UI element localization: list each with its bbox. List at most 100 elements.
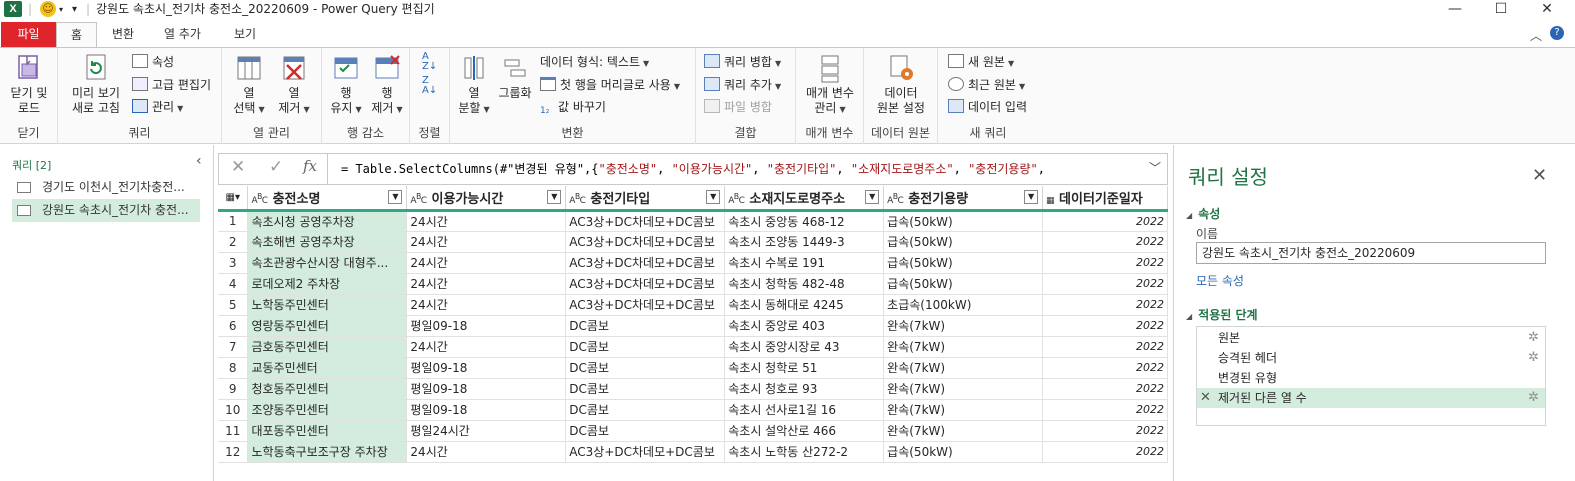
table-row[interactable]: 7 금호동주민센터 24시간 DC콤보 속초시 중앙시장로 43 완속(7kW) 2022 (218, 336, 1168, 358)
table-cell[interactable]: 속초시 선사로1길 16 (724, 399, 885, 421)
table-cell[interactable]: DC콤보 (565, 315, 726, 337)
applied-step[interactable]: 승격된 헤더 ✲ (1197, 348, 1545, 368)
help-icon[interactable]: ? (1550, 26, 1564, 40)
applied-step-selected[interactable]: ✕ 제거된 다른 열 수 ✲ (1197, 388, 1545, 408)
column-header[interactable]: ABC 충전기타입 ▼ (565, 186, 726, 212)
data-type-dropdown[interactable]: 데이터 형식: 텍스트 ▼ (540, 52, 649, 72)
table-cell[interactable]: DC콤보 (565, 336, 726, 358)
gear-icon[interactable]: ✲ (1528, 388, 1539, 408)
table-cell[interactable]: 2022 (1042, 420, 1168, 442)
table-cell[interactable]: 2022 (1042, 231, 1168, 253)
table-cell[interactable]: 속초시 중앙시장로 43 (724, 336, 885, 358)
cancel-formula-icon[interactable]: ✕ (231, 157, 245, 177)
keep-rows-button[interactable]: 행 유지 ▼ (326, 52, 366, 117)
filter-dropdown-icon[interactable]: ▼ (388, 190, 403, 204)
table-row[interactable]: 2 속초해변 공영주차장 24시간 AC3상+DC차데모+DC콤보 속초시 조양동 14… (218, 231, 1168, 253)
column-header[interactable]: ABC 충전기용량 ▼ (883, 186, 1044, 212)
collapse-ribbon-icon[interactable]: ︿ (1530, 27, 1542, 44)
table-cell[interactable]: 24시간 (406, 273, 567, 295)
table-cell[interactable]: 2022 (1042, 252, 1168, 274)
table-cell[interactable]: DC콤보 (565, 378, 726, 400)
table-cell[interactable]: 급속(50kW) (883, 273, 1044, 295)
table-cell[interactable]: 평일09-18 (406, 357, 567, 379)
table-cell[interactable]: 대포동주민센터 (247, 420, 408, 442)
gear-icon[interactable]: ✲ (1528, 348, 1539, 368)
recent-sources-button[interactable]: 최근 원본 ▼ (948, 75, 1025, 95)
tab-file[interactable]: 파일 (1, 22, 56, 47)
remove-rows-button[interactable]: 행 제거 ▼ (366, 52, 408, 117)
table-cell[interactable]: 노학동주민센터 (247, 294, 408, 316)
table-cell[interactable]: 속초시 노학동 산272-2 (724, 441, 885, 463)
table-cell[interactable]: 완속(7kW) (883, 357, 1044, 379)
sort-descending-icon[interactable]: Z A↓ (422, 76, 437, 96)
tab-home[interactable]: 홈 (56, 22, 98, 48)
table-cell[interactable]: 속초시청 공영주차장 (247, 210, 408, 232)
filter-dropdown-icon[interactable]: ▼ (547, 190, 562, 204)
table-cell[interactable]: 급속(50kW) (883, 210, 1044, 232)
table-cell[interactable]: 조양동주민센터 (247, 399, 408, 421)
applied-step[interactable]: 원본 ✲ (1197, 328, 1545, 348)
query-item-selected[interactable]: 강원도 속초시_전기차 충전... (12, 199, 200, 222)
table-menu-icon[interactable]: ▦▾ (218, 186, 249, 212)
table-cell[interactable]: 완속(7kW) (883, 315, 1044, 337)
table-cell[interactable]: 2022 (1042, 336, 1168, 358)
choose-columns-button[interactable]: 열 선택 ▼ (228, 52, 270, 117)
table-row[interactable]: 3 속초관광수산시장 대형주... 24시간 AC3상+DC차데모+DC콤보 속초시 수… (218, 252, 1168, 274)
minimize-button[interactable]: — (1432, 0, 1478, 20)
table-cell[interactable]: 초급속(100kW) (883, 294, 1044, 316)
table-cell[interactable]: 평일24시간 (406, 420, 567, 442)
table-cell[interactable]: 평일09-18 (406, 315, 567, 337)
table-cell[interactable]: 속초시 중앙로 403 (724, 315, 885, 337)
table-cell[interactable]: 24시간 (406, 294, 567, 316)
applied-steps-header[interactable]: ◢ 적용된 단계 (1186, 306, 1258, 323)
table-cell[interactable]: 2022 (1042, 315, 1168, 337)
table-cell[interactable]: 금호동주민센터 (247, 336, 408, 358)
table-cell[interactable]: 속초시 수복로 191 (724, 252, 885, 274)
tab-add-column[interactable]: 열 추가 (150, 22, 215, 47)
table-cell[interactable]: 급속(50kW) (883, 441, 1044, 463)
query-item[interactable]: 경기도 이천시_전기차충전... (12, 176, 200, 199)
table-cell[interactable]: 속초시 청학동 482-48 (724, 273, 885, 295)
table-row[interactable]: 1 속초시청 공영주차장 24시간 AC3상+DC차데모+DC콤보 속초시 중앙동 46… (218, 210, 1168, 232)
table-cell[interactable]: 완속(7kW) (883, 420, 1044, 442)
table-cell[interactable]: 속초해변 공영주차장 (247, 231, 408, 253)
column-header[interactable]: ▦ 데이터기준일자 (1042, 186, 1168, 212)
enter-data-button[interactable]: 데이터 입력 (948, 97, 1027, 117)
table-cell[interactable]: 24시간 (406, 441, 567, 463)
table-cell[interactable]: AC3상+DC차데모+DC콤보 (565, 441, 726, 463)
quick-access-customize-icon[interactable]: ▾ (72, 0, 77, 20)
delete-step-icon[interactable]: ✕ (1200, 388, 1211, 408)
table-cell[interactable]: AC3상+DC차데모+DC콤보 (565, 294, 726, 316)
data-source-settings-button[interactable]: 데이터 원본 설정 (868, 52, 934, 116)
smiley-dropdown-icon[interactable]: ▾ (59, 0, 63, 20)
query-name-input[interactable]: 강원도 속초시_전기차 충전소_20220609 (1196, 242, 1546, 264)
table-cell[interactable]: 2022 (1042, 357, 1168, 379)
feedback-smiley-icon[interactable]: ☺ (40, 1, 56, 17)
filter-dropdown-icon[interactable]: ▼ (1024, 190, 1039, 204)
table-cell[interactable]: 24시간 (406, 231, 567, 253)
combine-files-button[interactable]: 파일 병합 (704, 97, 772, 117)
table-cell[interactable]: DC콤보 (565, 357, 726, 379)
table-row[interactable]: 8 교동주민센터 평일09-18 DC콤보 속초시 청학로 51 완속(7kW) 2022 (218, 357, 1168, 379)
table-cell[interactable]: 속초시 조양동 1449-3 (724, 231, 885, 253)
expand-formula-icon[interactable]: ﹀ (1149, 159, 1161, 176)
refresh-preview-button[interactable]: 미리 보기 새로 고침 (64, 52, 128, 116)
all-properties-link[interactable]: 모든 속성 (1196, 272, 1244, 289)
new-source-button[interactable]: 새 원본 ▼ (948, 52, 1014, 72)
filter-dropdown-icon[interactable]: ▼ (706, 190, 721, 204)
fx-icon[interactable]: fx (303, 157, 317, 175)
close-and-load-button[interactable]: 닫기 및 로드 (5, 52, 53, 116)
table-cell[interactable]: 2022 (1042, 294, 1168, 316)
remove-columns-button[interactable]: 열 제거 ▼ (272, 52, 316, 117)
table-cell[interactable]: 속초관광수산시장 대형주... (247, 252, 408, 274)
split-column-button[interactable]: 열 분할 ▼ (454, 52, 494, 117)
collapse-pane-icon[interactable]: ‹ (196, 153, 202, 169)
table-cell[interactable]: 속초시 설악산로 466 (724, 420, 885, 442)
properties-section-header[interactable]: ◢ 속성 (1186, 205, 1220, 222)
table-cell[interactable]: 2022 (1042, 399, 1168, 421)
table-cell[interactable]: 급속(50kW) (883, 252, 1044, 274)
table-cell[interactable]: 교동주민센터 (247, 357, 408, 379)
formula-input[interactable]: = Table.SelectColumns(#"변경된 유형",{"충전소명",… (341, 160, 1141, 177)
filter-dropdown-icon[interactable]: ▼ (865, 190, 880, 204)
table-cell[interactable]: DC콤보 (565, 399, 726, 421)
